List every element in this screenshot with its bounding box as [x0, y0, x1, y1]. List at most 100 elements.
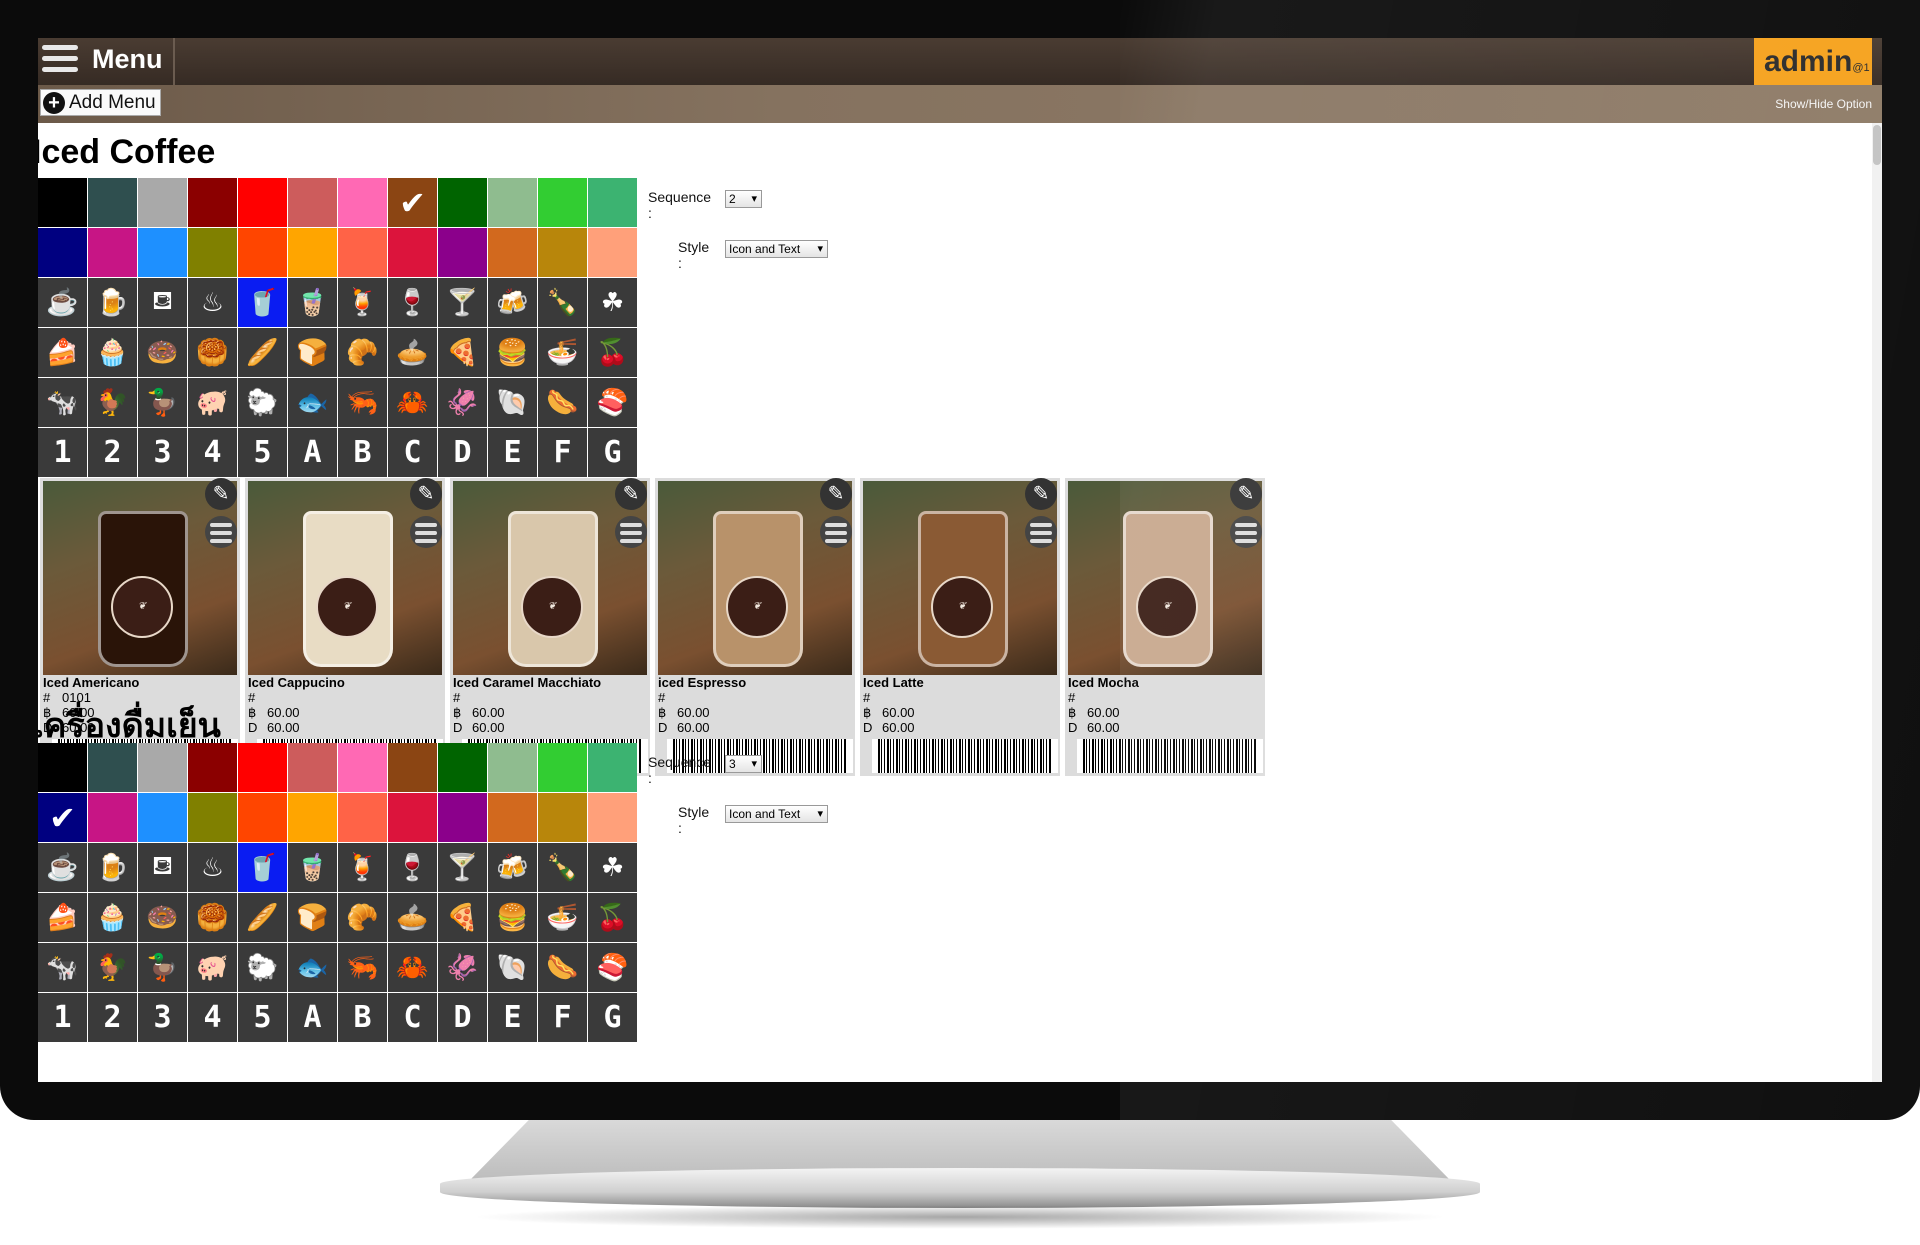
drag-handle-icon[interactable] [1025, 516, 1057, 548]
fish-icon[interactable]: 🐟 [288, 943, 337, 992]
color-swatch[interactable] [38, 228, 87, 277]
color-swatch[interactable] [238, 178, 287, 227]
color-swatch[interactable] [438, 178, 487, 227]
beer-icon[interactable]: 🍻 [488, 278, 537, 327]
char-tile[interactable]: 1 [38, 993, 87, 1042]
menu-item-card[interactable]: ❦ ✎ Iced Latte # ฿ 60.00 D 60.00 [860, 478, 1060, 776]
char-tile[interactable]: 3 [138, 428, 187, 477]
coffee-cup-icon[interactable]: ⛾ [138, 278, 187, 327]
color-swatch[interactable] [338, 793, 387, 842]
char-tile[interactable]: B [338, 428, 387, 477]
color-swatch[interactable] [138, 743, 187, 792]
color-swatch[interactable] [188, 228, 237, 277]
color-swatch[interactable] [588, 178, 637, 227]
shell-icon[interactable]: 🐚 [488, 378, 537, 427]
color-swatch[interactable] [438, 793, 487, 842]
style-select[interactable]: Icon and Text [725, 240, 828, 258]
color-swatch[interactable] [488, 228, 537, 277]
color-swatch[interactable] [438, 228, 487, 277]
color-swatch[interactable] [388, 743, 437, 792]
cupcake-icon[interactable]: 🧁 [88, 893, 137, 942]
coffee-cup-icon[interactable]: ⛾ [138, 843, 187, 892]
color-swatch[interactable] [138, 228, 187, 277]
color-swatch[interactable] [338, 743, 387, 792]
cupcake-icon[interactable]: 🧁 [88, 328, 137, 377]
char-tile[interactable]: 1 [38, 428, 87, 477]
duck-icon[interactable]: 🦆 [138, 378, 187, 427]
noodle-bowl-icon[interactable]: 🍜 [538, 893, 587, 942]
color-swatch[interactable] [538, 743, 587, 792]
pencil-icon[interactable]: ✎ [820, 478, 852, 510]
pencil-icon[interactable]: ✎ [615, 478, 647, 510]
cherry-icon[interactable]: 🍒 [588, 893, 637, 942]
char-tile[interactable]: A [288, 993, 337, 1042]
char-tile[interactable]: G [588, 428, 637, 477]
hamburger-menu-icon[interactable] [42, 45, 78, 75]
color-swatch[interactable] [438, 743, 487, 792]
vertical-scrollbar[interactable] [1872, 123, 1882, 1082]
bottle-icon[interactable]: 🍾 [538, 278, 587, 327]
iced-drink-icon[interactable]: 🥤 [238, 843, 287, 892]
color-swatch[interactable] [538, 228, 587, 277]
burger-icon[interactable]: 🍔 [488, 328, 537, 377]
menu-item-card[interactable]: ❦ ✎ iced Espresso # ฿ 60.00 D 60.00 [655, 478, 855, 776]
color-swatch[interactable] [138, 793, 187, 842]
sheep-icon[interactable]: 🐑 [238, 378, 287, 427]
color-swatch[interactable] [88, 793, 137, 842]
color-swatch[interactable] [488, 743, 537, 792]
menu-item-card[interactable]: ❦ ✎ Iced Cappucino # ฿ 60.00 D 60.00 [245, 478, 445, 776]
coffee-beans-icon[interactable]: ☘ [588, 843, 637, 892]
beer-mug-icon[interactable]: ♨ [188, 278, 237, 327]
color-swatch[interactable] [138, 178, 187, 227]
drag-handle-icon[interactable] [615, 516, 647, 548]
cake-slice-icon[interactable]: 🍰 [38, 328, 87, 377]
color-swatch[interactable] [388, 793, 437, 842]
bread-icon[interactable]: 🥖 [238, 893, 287, 942]
pencil-icon[interactable]: ✎ [205, 478, 237, 510]
wine-glass-icon[interactable]: 🍷 [388, 278, 437, 327]
pie-icon[interactable]: 🥧 [388, 328, 437, 377]
char-tile[interactable]: 2 [88, 993, 137, 1042]
coffee-beans-icon[interactable]: ☘ [588, 278, 637, 327]
char-tile[interactable]: 5 [238, 428, 287, 477]
drag-handle-icon[interactable] [205, 516, 237, 548]
char-tile[interactable]: 4 [188, 428, 237, 477]
color-swatch[interactable]: ✔ [388, 178, 437, 227]
beer-icon[interactable]: 🍻 [488, 843, 537, 892]
pig-icon[interactable]: 🐖 [188, 943, 237, 992]
char-tile[interactable]: E [488, 993, 537, 1042]
pencil-icon[interactable]: ✎ [1025, 478, 1057, 510]
wine-glass-icon[interactable]: 🍷 [388, 843, 437, 892]
color-swatch[interactable] [238, 743, 287, 792]
beer-mug-icon[interactable]: ♨ [188, 843, 237, 892]
pencil-icon[interactable]: ✎ [410, 478, 442, 510]
sequence-select[interactable]: 2 [725, 190, 762, 208]
bottle-icon[interactable]: 🍾 [538, 843, 587, 892]
char-tile[interactable]: C [388, 993, 437, 1042]
drag-handle-icon[interactable] [820, 516, 852, 548]
toast-icon[interactable]: 🍞 [288, 893, 337, 942]
mug-icon[interactable]: 🍺 [88, 278, 137, 327]
donut-icon[interactable]: 🍩 [138, 328, 187, 377]
color-swatch[interactable] [538, 178, 587, 227]
color-swatch[interactable] [238, 793, 287, 842]
chicken-icon[interactable]: 🐓 [88, 378, 137, 427]
color-swatch[interactable] [88, 228, 137, 277]
cocktail-icon[interactable]: 🍸 [438, 843, 487, 892]
char-tile[interactable]: 5 [238, 993, 287, 1042]
color-swatch[interactable] [288, 178, 337, 227]
sheep-icon[interactable]: 🐑 [238, 943, 287, 992]
mug-icon[interactable]: 🍺 [88, 843, 137, 892]
color-swatch[interactable] [238, 228, 287, 277]
color-swatch[interactable] [38, 178, 87, 227]
shrimp-icon[interactable]: 🦐 [338, 378, 387, 427]
cow-icon[interactable]: 🐄 [38, 378, 87, 427]
squid-icon[interactable]: 🦑 [438, 943, 487, 992]
pig-icon[interactable]: 🐖 [188, 378, 237, 427]
pie-icon[interactable]: 🥧 [388, 893, 437, 942]
char-tile[interactable]: C [388, 428, 437, 477]
muffin-icon[interactable]: 🥮 [188, 893, 237, 942]
roll-icon[interactable]: 🍣 [588, 943, 637, 992]
color-swatch[interactable] [338, 228, 387, 277]
char-tile[interactable]: D [438, 993, 487, 1042]
